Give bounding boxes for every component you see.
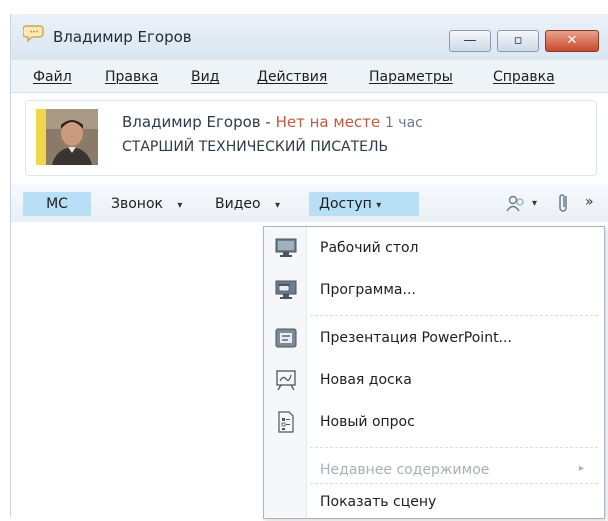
menu-separator <box>310 447 598 448</box>
video-label: Видео <box>215 196 261 212</box>
menu-bar: Файл Правка Вид Действия Параметры Справ… <box>11 60 608 93</box>
share-caret-icon: ▾ <box>376 200 382 211</box>
menu-item-whiteboard-label: Новая доска <box>320 372 412 388</box>
menu-view[interactable]: Вид <box>191 69 219 85</box>
menu-item-program[interactable]: Программа... <box>264 273 604 309</box>
contact-card: Владимир Егоров - Нет на месте 1 час СТА… <box>25 100 597 176</box>
im-button[interactable]: МС <box>23 192 91 216</box>
menu-item-desktop-label: Рабочий стол <box>320 240 419 256</box>
presence-status: Нет на месте <box>275 113 381 131</box>
video-button[interactable]: Видео ▾ <box>215 192 280 216</box>
presence-bar <box>36 109 46 165</box>
menu-separator <box>310 315 598 316</box>
program-icon <box>275 280 297 299</box>
menu-item-powerpoint[interactable]: Презентация PowerPoint... <box>264 321 604 357</box>
menu-item-poll[interactable]: Новый опрос <box>264 405 604 441</box>
contact-name: Владимир Егоров <box>122 113 261 131</box>
minimize-button[interactable]: — <box>449 30 491 52</box>
menu-separator <box>310 483 598 484</box>
video-caret-icon[interactable]: ▾ <box>275 200 280 211</box>
menu-file[interactable]: Файл <box>33 69 72 85</box>
conversation-toolbar: МС Звонок ▾ Видео ▾ Доступ ▾ ▾ » <box>11 184 608 222</box>
menu-edit[interactable]: Правка <box>105 69 158 85</box>
menu-item-whiteboard[interactable]: Новая доска <box>264 363 604 399</box>
minimize-icon: — <box>463 33 477 48</box>
attachment-icon[interactable] <box>557 192 571 216</box>
menu-item-powerpoint-label: Презентация PowerPoint... <box>320 330 512 346</box>
people-caret-icon[interactable]: ▾ <box>532 198 537 209</box>
close-button[interactable]: ✕ <box>545 30 599 52</box>
toolbar-overflow-icon[interactable]: » <box>585 194 594 210</box>
call-label: Звонок <box>111 196 163 212</box>
menu-item-poll-label: Новый опрос <box>320 414 415 430</box>
window-title: Владимир Егоров <box>53 28 192 46</box>
menu-item-desktop[interactable]: Рабочий стол <box>264 231 604 267</box>
menu-item-recent-content-label: Недавнее содержимое <box>320 462 490 478</box>
contact-name-line: Владимир Егоров - Нет на месте 1 час <box>122 113 423 131</box>
powerpoint-icon <box>275 328 297 348</box>
desktop-icon <box>275 238 297 257</box>
chat-bubble-icon <box>23 25 44 42</box>
title-bar: Владимир Егоров — ▫ ✕ <box>11 14 608 60</box>
share-button[interactable]: Доступ ▾ <box>309 192 419 216</box>
menu-options[interactable]: Параметры <box>369 69 453 85</box>
close-icon: ✕ <box>566 33 578 48</box>
people-options-icon[interactable] <box>505 194 529 214</box>
contact-job-title: СТАРШИЙ ТЕХНИЧЕСКИЙ ПИСАТЕЛЬ <box>122 139 389 155</box>
conversation-window: Владимир Егоров — ▫ ✕ Файл Правка Вид Де… <box>10 14 608 519</box>
conversation-history-area <box>11 222 271 517</box>
share-dropdown-menu: Рабочий стол Программа... Презентация Po… <box>263 226 605 519</box>
whiteboard-icon <box>276 370 296 391</box>
contact-photo[interactable] <box>46 109 98 165</box>
call-caret-icon[interactable]: ▾ <box>177 200 182 211</box>
menu-item-show-stage[interactable]: Показать сцену <box>264 485 604 521</box>
menu-item-program-label: Программа... <box>320 282 416 298</box>
menu-help[interactable]: Справка <box>493 69 555 85</box>
submenu-arrow-icon: ▸ <box>578 463 584 474</box>
maximize-icon: ▫ <box>513 33 523 48</box>
presence-duration: 1 час <box>384 115 423 131</box>
share-label: Доступ <box>319 196 372 212</box>
menu-actions[interactable]: Действия <box>257 69 327 85</box>
call-button[interactable]: Звонок ▾ <box>111 192 182 216</box>
poll-icon <box>278 411 294 433</box>
menu-item-show-stage-label: Показать сцену <box>320 494 437 510</box>
name-separator: - <box>265 113 271 131</box>
maximize-button[interactable]: ▫ <box>497 30 539 52</box>
